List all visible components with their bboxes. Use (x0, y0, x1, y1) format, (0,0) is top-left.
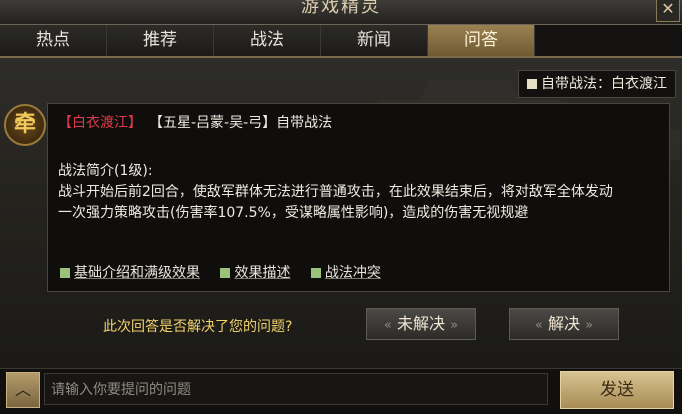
chevron-left-icon: « (383, 318, 392, 333)
tab-hot[interactable]: 热点 (0, 25, 107, 56)
link-tactic-conflict[interactable]: 战法冲突 (325, 265, 381, 281)
tab-recommend[interactable]: 推荐 (107, 25, 214, 56)
answer-card: 【白衣渡江】 【五星-吕蒙-吴-弓】自带战法 战法简介(1级): 战斗开始后前2回… (47, 103, 670, 292)
unsolved-label: 未解决 (396, 314, 445, 333)
expand-up-button[interactable]: ︿ (6, 372, 40, 408)
tactic-name: 【白衣渡江】 (58, 115, 142, 131)
question-input[interactable]: 请输入你要提问的问题 (44, 373, 548, 405)
composer-bar: ︿ 请输入你要提问的问题 发送 (0, 368, 682, 414)
close-button[interactable]: ✕ (656, 0, 680, 22)
solved-button[interactable]: « 解决 » (509, 308, 619, 340)
answer-header: 【白衣渡江】 【五星-吕蒙-吴-弓】自带战法 (58, 112, 332, 132)
strategy-badge-label: 自带战法：白衣渡江 (541, 76, 667, 92)
link-marker-icon (60, 268, 70, 278)
general-info: 【五星-吕蒙-吴-弓】自带战法 (156, 115, 333, 131)
link-effect-description[interactable]: 效果描述 (234, 265, 290, 281)
link-basic-intro[interactable]: 基础介绍和满级效果 (74, 265, 200, 281)
chevron-left-icon: « (534, 318, 543, 333)
unsolved-button[interactable]: « 未解决 » (366, 308, 476, 340)
link-marker-icon (310, 268, 321, 278)
tab-tactics[interactable]: 战法 (214, 25, 321, 56)
title-bar: 游戏精灵 ✕ (0, 0, 682, 25)
related-links: 基础介绍和满级效果 效果描述 战法冲突 (60, 262, 397, 282)
sprite-avatar: 牵 (4, 104, 46, 146)
tactic-description: 战斗开始后前2回合，使敌军群体无法进行普通攻击，在此效果结束后，将对敌军全体发动… (58, 182, 658, 224)
strategy-badge: 自带战法：白衣渡江 (518, 70, 676, 98)
tactic-intro-label: 战法简介(1级): (58, 163, 153, 179)
chevron-right-icon: » (585, 318, 594, 333)
feedback-question: 此次回答是否解决了您的问题? (103, 319, 293, 335)
tab-news[interactable]: 新闻 (321, 25, 428, 56)
solved-label: 解决 (547, 314, 580, 333)
link-marker-icon (220, 268, 231, 278)
tab-bar: 热点 推荐 战法 新闻 问答 (0, 25, 682, 58)
chevron-right-icon: » (450, 318, 459, 333)
description-line: 战斗开始后前2回合，使敌军群体无法进行普通攻击，在此效果结束后，将对敌军全体发动 (58, 184, 613, 200)
description-line: 一次强力策略攻击(伤害率107.5%，受谋略属性影响)，造成的伤害无视规避 (58, 205, 529, 221)
tab-qa[interactable]: 问答 (428, 25, 535, 56)
window-title: 游戏精灵 (301, 0, 381, 17)
send-button[interactable]: 发送 (560, 371, 674, 409)
square-marker-icon (527, 79, 537, 89)
